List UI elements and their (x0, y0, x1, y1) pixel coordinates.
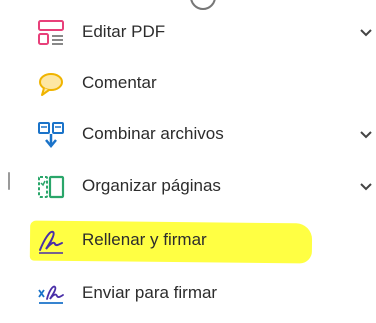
fill-sign-icon (36, 226, 66, 256)
chevron-down-icon[interactable] (358, 179, 374, 195)
tool-item-label: Editar PDF (82, 22, 166, 41)
tool-item-organize-pages[interactable]: Organizar páginas (0, 167, 376, 207)
chevron-down-icon[interactable] (358, 25, 374, 41)
chevron-down-icon[interactable] (358, 127, 374, 143)
tool-item-fill-and-sign[interactable]: Rellenar y firmar (0, 221, 376, 261)
organize-pages-icon (36, 172, 66, 202)
scroll-indicator-icon (190, 0, 216, 10)
tool-item-label: Comentar (82, 73, 157, 92)
tool-item-comment[interactable]: Comentar (0, 64, 376, 104)
tool-item-label: Rellenar y firmar (82, 230, 207, 249)
tool-item-combine-files[interactable]: Combinar archivos (0, 115, 376, 155)
edit-pdf-icon (36, 18, 66, 48)
tool-item-label: Combinar archivos (82, 124, 224, 143)
send-for-signature-icon (36, 279, 66, 309)
tool-item-edit-pdf[interactable]: Editar PDF (0, 13, 376, 53)
tool-item-label: Organizar páginas (82, 176, 221, 195)
tool-item-label: Enviar para firmar (82, 283, 218, 302)
tools-panel: Editar PDF Comentar Combinar archivos Or… (0, 0, 376, 323)
combine-files-icon (36, 120, 66, 150)
comment-icon (36, 69, 66, 99)
tool-item-send-for-signature[interactable]: Enviar para firmar (0, 274, 376, 314)
